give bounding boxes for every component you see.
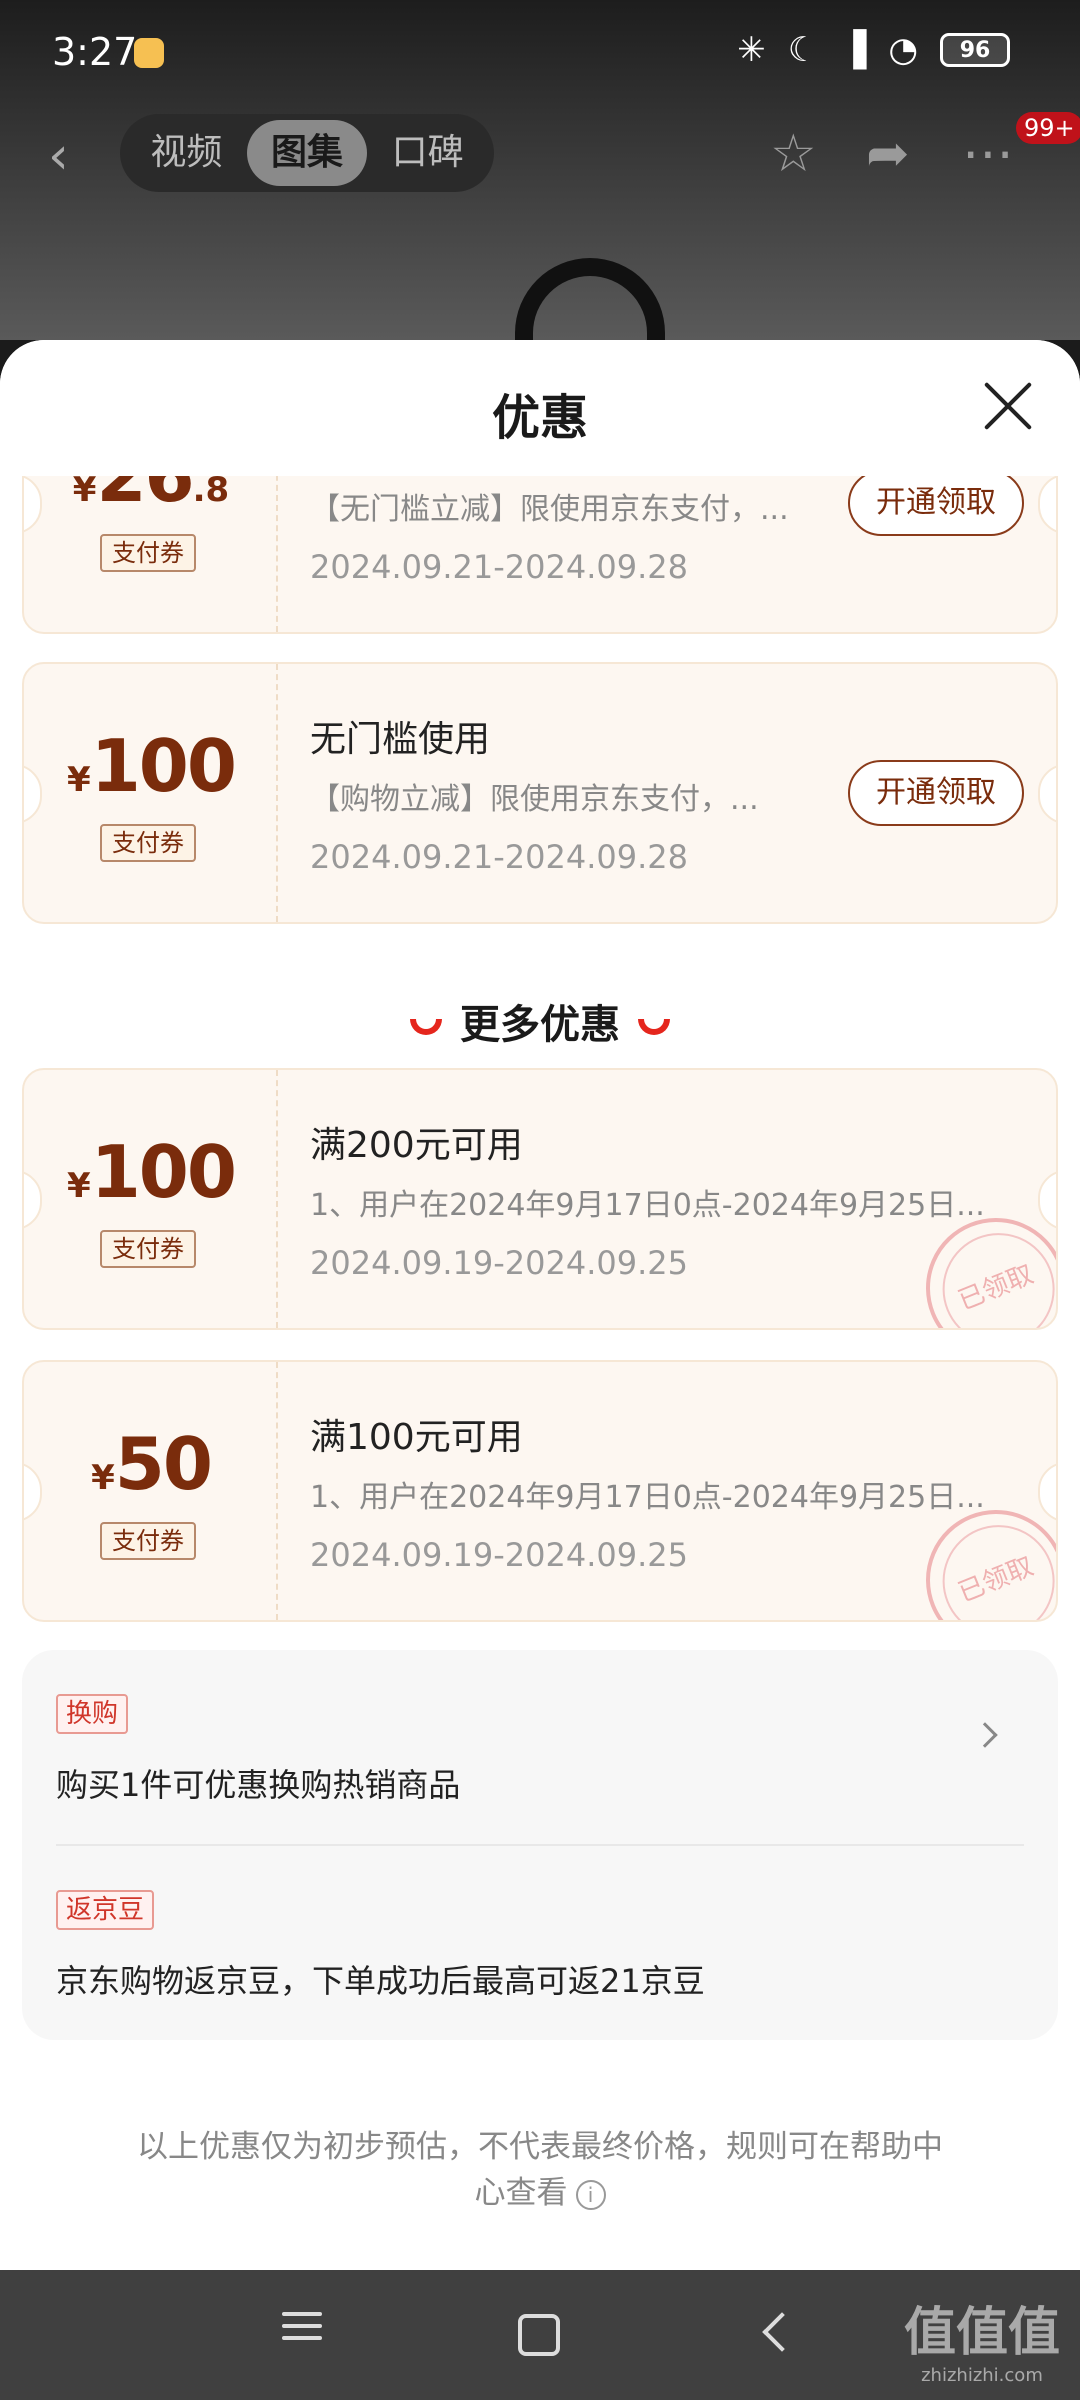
watermark-title: 值值值 — [903, 2303, 1060, 2363]
status-bar: 3:27 ✳ ☾ ▐ ◔ 96 — [0, 0, 1080, 108]
tab-switcher: 视频 图集 口碑 — [120, 114, 494, 192]
disclaimer: 以上优惠仅为初步预估，不代表最终价格，规则可在帮助中心查看 i — [130, 2124, 950, 2216]
coupon-validity: 2024.09.21-2024.09.28 — [310, 838, 688, 876]
promotions-sheet: 优惠 ¥26.8 支付券 【无门槛立减】限使用京东支付，... 2024.09.… — [0, 340, 1080, 2270]
jingdou-row: 返京豆 京东购物返京豆，下单成功后最高可返21京豆 — [56, 1846, 1024, 2040]
coupon-amount: ¥50 — [24, 1422, 278, 1506]
back-icon[interactable] — [746, 2304, 806, 2364]
currency-symbol: ¥ — [72, 476, 97, 510]
coupon-amount-area: ¥50 支付券 — [24, 1362, 278, 1620]
coupon-validity: 2024.09.19-2024.09.25 — [310, 1536, 688, 1574]
status-icons: ✳ ☾ ▐ ◔ 96 — [737, 30, 1010, 70]
coupon-description: 【无门槛立减】限使用京东支付，... — [310, 492, 789, 527]
coupon-amount: ¥100 — [24, 1130, 278, 1214]
currency-symbol: ¥ — [67, 1166, 91, 1206]
close-icon[interactable] — [980, 378, 1036, 434]
coupon-value: 50 — [114, 1422, 213, 1506]
currency-symbol: ¥ — [67, 760, 91, 800]
back-arrow-icon[interactable]: ‹ — [48, 126, 69, 186]
activate-claim-button[interactable]: 开通领取 — [848, 760, 1024, 826]
smile-icon — [410, 1019, 442, 1035]
coupon-validity: 2024.09.19-2024.09.25 — [310, 1244, 688, 1282]
coupon-description: 1、用户在2024年9月17日0点-2024年9月25日... — [310, 1188, 985, 1223]
coupon-validity: 2024.09.21-2024.09.28 — [310, 548, 688, 586]
message-count-badge: 99+ — [1016, 112, 1080, 144]
coupon-amount: ¥100 — [24, 724, 278, 808]
tab-gallery[interactable]: 图集 — [246, 120, 368, 186]
trade-in-row[interactable]: 换购 购买1件可优惠换购热销商品 — [56, 1650, 1024, 1844]
coupon-amount-area: ¥26.8 支付券 — [24, 476, 278, 632]
coupon-card[interactable]: ¥50 支付券 满100元可用 1、用户在2024年9月17日0点-2024年9… — [22, 1360, 1058, 1622]
notification-icon — [134, 38, 164, 68]
moon-icon: ☾ — [787, 30, 819, 70]
coupon-card: ¥26.8 支付券 【无门槛立减】限使用京东支付，... 2024.09.21-… — [22, 476, 1058, 634]
currency-symbol: ¥ — [91, 1458, 115, 1498]
more-promotions-title: 更多优惠 — [0, 992, 1080, 1050]
star-icon[interactable]: ☆ — [770, 124, 817, 184]
coupon-amount-area: ¥100 支付券 — [24, 664, 278, 922]
wifi-icon: ◔ — [888, 30, 918, 70]
coupon-description: 1、用户在2024年9月17日0点-2024年9月25日... — [310, 1480, 985, 1515]
home-icon[interactable] — [506, 2304, 566, 2364]
watermark-logo: 值值值 zhizhizhi.com — [904, 2290, 1060, 2386]
trade-in-tag: 换购 — [56, 1694, 129, 1734]
tab-video[interactable]: 视频 — [126, 120, 247, 186]
more-promotions-label: 更多优惠 — [460, 1002, 620, 1048]
bluetooth-icon: ✳ — [737, 30, 766, 70]
status-time: 3:27 — [52, 30, 138, 74]
jingdou-tag: 返京豆 — [56, 1890, 155, 1930]
smile-icon — [638, 1019, 670, 1035]
coupon-decimal: .8 — [192, 476, 230, 510]
coupon-title: 满100元可用 — [310, 1417, 523, 1458]
top-nav: ‹ 视频 图集 口碑 ☆ ➦ ⋯ — [0, 108, 1080, 198]
jingdou-text: 京东购物返京豆，下单成功后最高可返21京豆 — [56, 1962, 705, 2000]
trade-in-text: 购买1件可优惠换购热销商品 — [56, 1766, 461, 1804]
coupon-amount: ¥26.8 — [24, 476, 278, 518]
coupon-type-tag: 支付券 — [100, 1522, 196, 1560]
coupon-title: 无门槛使用 — [310, 719, 491, 760]
sheet-header: 优惠 — [0, 340, 1080, 476]
info-icon[interactable]: i — [575, 2179, 606, 2210]
disclaimer-text: 以上优惠仅为初步预估，不代表最终价格，规则可在帮助中心查看 — [137, 2129, 943, 2211]
coupon-value: 100 — [90, 724, 237, 808]
tab-reviews[interactable]: 口碑 — [367, 120, 488, 186]
coupon-type-tag: 支付券 — [100, 824, 196, 862]
coupon-title: 满200元可用 — [310, 1125, 523, 1166]
coupon-description: 【购物立减】限使用京东支付，... — [310, 782, 759, 817]
coupon-type-tag: 支付券 — [100, 1230, 196, 1268]
coupon-amount-area: ¥100 支付券 — [24, 1070, 278, 1328]
coupon-card[interactable]: ¥100 支付券 满200元可用 1、用户在2024年9月17日0点-2024年… — [22, 1068, 1058, 1330]
battery-icon: 96 — [940, 33, 1010, 67]
hd-signal-icon: ▐ — [840, 30, 867, 70]
background-app: 3:27 ✳ ☾ ▐ ◔ 96 ‹ 视频 图集 口碑 ☆ ➦ ⋯ 99+ — [0, 0, 1080, 378]
coupon-card: ¥100 支付券 无门槛使用 【购物立减】限使用京东支付，... 2024.09… — [22, 662, 1058, 924]
coupon-value: 26 — [96, 476, 194, 518]
coupon-value: 100 — [90, 1130, 237, 1214]
watermark-subtitle: zhizhizhi.com — [921, 2365, 1043, 2386]
system-nav-bar: 值值值 zhizhizhi.com — [0, 2270, 1080, 2400]
sheet-title: 优惠 — [491, 390, 588, 446]
chevron-right-icon — [972, 1722, 998, 1748]
sheet-scroll-area[interactable]: ¥26.8 支付券 【无门槛立减】限使用京东支付，... 2024.09.21-… — [0, 476, 1080, 2270]
share-icon[interactable]: ➦ — [866, 124, 910, 184]
benefits-panel: 换购 购买1件可优惠换购热销商品 返京豆 京东购物返京豆，下单成功后最高可返21… — [22, 1650, 1058, 2040]
menu-icon[interactable] — [272, 2304, 332, 2364]
activate-claim-button[interactable]: 开通领取 — [848, 476, 1024, 536]
more-icon[interactable]: ⋯ — [962, 124, 1014, 184]
coupon-type-tag: 支付券 — [100, 534, 196, 572]
